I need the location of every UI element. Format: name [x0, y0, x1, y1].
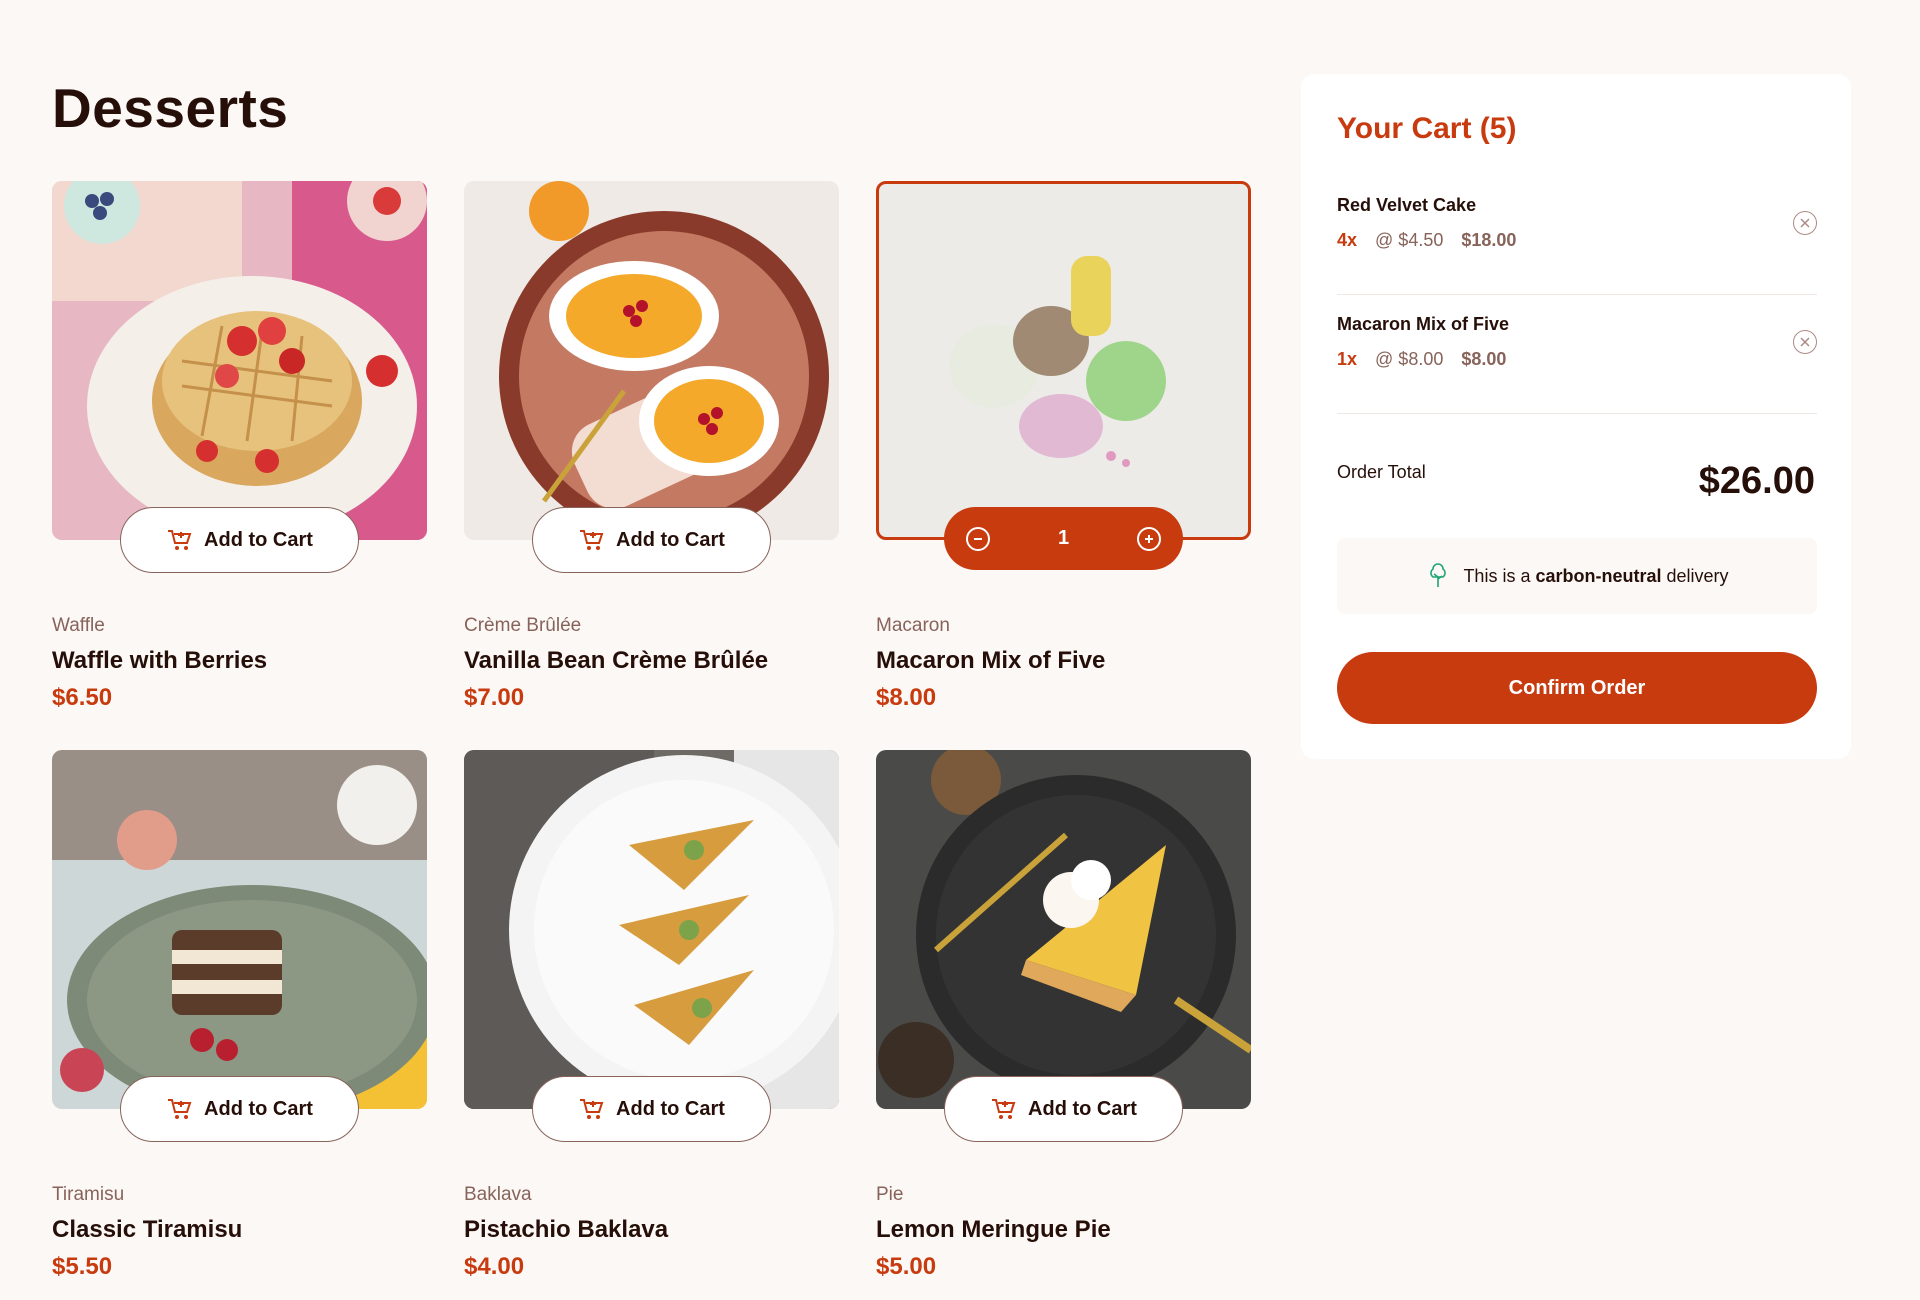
cart-title: Your Cart (5) [1337, 112, 1517, 145]
add-to-cart-label: Add to Cart [616, 528, 725, 551]
cart-item-unit-price: @ $8.00 [1375, 349, 1444, 369]
quantity-stepper: 1 [944, 507, 1183, 570]
add-to-cart-label: Add to Cart [616, 1097, 725, 1120]
product-image-baklava [464, 750, 839, 1109]
remove-item-icon [1800, 337, 1810, 347]
add-to-cart-label: Add to Cart [1028, 1097, 1137, 1120]
carbon-text: This is a carbon-neutral delivery [1463, 565, 1729, 586]
remove-item-icon [1800, 218, 1810, 228]
cart-item: Red Velvet Cake 4x @ $4.50 $18.00 [1337, 175, 1817, 295]
product-category: Waffle [52, 615, 105, 636]
add-to-cart-icon [580, 530, 604, 550]
product-name: Vanilla Bean Crème Brûlée [464, 647, 769, 674]
add-to-cart-icon [168, 530, 192, 550]
product-price: $7.00 [464, 684, 525, 711]
confirm-order-button[interactable]: Confirm Order [1337, 652, 1817, 724]
product-card: Add to Cart Waffle Waffle with Berries $… [52, 181, 427, 711]
product-image-tiramisu [52, 750, 427, 1109]
add-to-cart-icon [168, 1099, 192, 1119]
product-name: Waffle with Berries [52, 647, 268, 674]
product-name: Macaron Mix of Five [876, 647, 1106, 674]
decrement-button[interactable] [966, 526, 990, 551]
product-price: $8.00 [876, 684, 937, 711]
product-category: Pie [876, 1184, 904, 1205]
product-image-pie [876, 750, 1251, 1109]
quantity-value: 1 [1057, 527, 1070, 549]
add-to-cart-label: Add to Cart [204, 1097, 313, 1120]
product-image-macaron [876, 181, 1251, 540]
product-card: Add to Cart Baklava Pistachio Baklava $4… [464, 750, 839, 1280]
cart-item-name: Macaron Mix of Five [1337, 314, 1510, 334]
product-image-waffle [52, 181, 427, 540]
add-to-cart-icon [580, 1099, 604, 1119]
cart-item-total: $8.00 [1461, 349, 1507, 369]
product-card: Add to Cart Tiramisu Classic Tiramisu $5… [52, 750, 427, 1280]
product-category: Crème Brûlée [464, 615, 582, 636]
page-title: Desserts [52, 77, 289, 139]
cart-item: Macaron Mix of Five 1x @ $8.00 $8.00 [1337, 294, 1817, 414]
cart-item-name: Red Velvet Cake [1337, 195, 1477, 215]
add-to-cart-button[interactable]: Add to Cart [532, 1076, 771, 1142]
cart-panel: Your Cart (5) Red Velvet Cake 4x @ $4.50… [1301, 74, 1851, 759]
product-image-creme-brulee [464, 181, 839, 540]
add-to-cart-label: Add to Cart [204, 528, 313, 551]
increment-icon [1145, 534, 1153, 543]
product-price: $6.50 [52, 684, 113, 711]
product-card: Add to Cart Crème Brûlée Vanilla Bean Cr… [464, 181, 839, 711]
product-card-selected: 1 Macaron Macaron Mix of Five $8.00 [876, 181, 1251, 711]
remove-item-button[interactable] [1793, 211, 1817, 235]
cart-item-qty: 1x [1337, 349, 1358, 369]
product-card: Add to Cart Pie Lemon Meringue Pie $5.00 [876, 750, 1251, 1280]
cart-item-total: $18.00 [1461, 230, 1517, 250]
product-name: Classic Tiramisu [52, 1216, 243, 1243]
cart-item-unit-price: @ $4.50 [1375, 230, 1444, 250]
product-price: $5.50 [52, 1253, 113, 1280]
carbon-neutral-tree-icon [1430, 563, 1447, 587]
product-price: $5.00 [876, 1253, 937, 1280]
increment-button[interactable] [1137, 526, 1161, 551]
add-to-cart-button[interactable]: Add to Cart [120, 507, 359, 573]
product-category: Tiramisu [52, 1184, 125, 1205]
order-total-value: $26.00 [1698, 460, 1815, 502]
add-to-cart-button[interactable]: Add to Cart [944, 1076, 1183, 1142]
product-name: Pistachio Baklava [464, 1216, 669, 1243]
add-to-cart-button[interactable]: Add to Cart [532, 507, 771, 573]
product-category: Baklava [464, 1184, 532, 1205]
order-total-label: Order Total [1337, 462, 1426, 482]
decrement-icon [974, 537, 982, 540]
cart-item-qty: 4x [1337, 230, 1358, 250]
product-price: $4.00 [464, 1253, 525, 1280]
carbon-neutral-notice: This is a carbon-neutral delivery [1337, 538, 1817, 614]
product-category: Macaron [876, 615, 950, 636]
remove-item-button[interactable] [1793, 330, 1817, 354]
product-name: Lemon Meringue Pie [876, 1216, 1111, 1243]
add-to-cart-icon [992, 1099, 1016, 1119]
add-to-cart-button[interactable]: Add to Cart [120, 1076, 359, 1142]
